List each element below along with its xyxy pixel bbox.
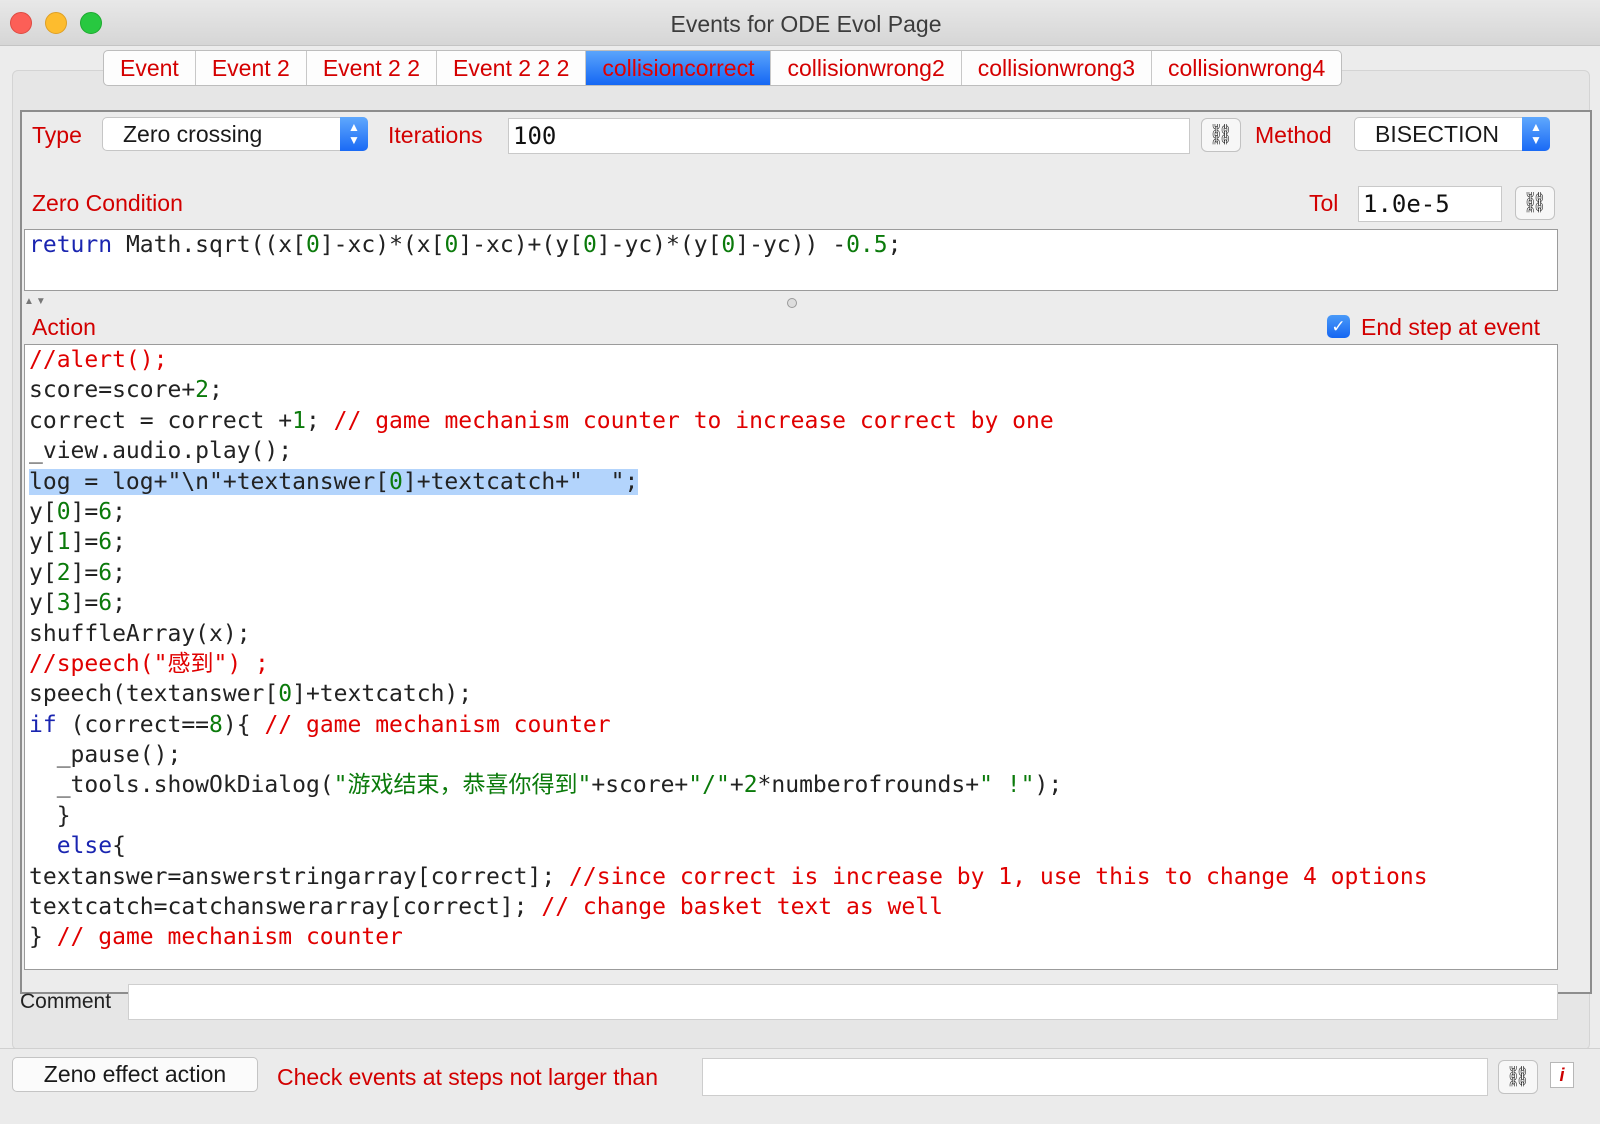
type-select[interactable]: Zero crossing ▲ ▼ — [102, 117, 368, 151]
code-line: y[3]=6; — [29, 590, 126, 617]
tab-event[interactable]: Event — [104, 51, 196, 85]
code-line: y[1]=6; — [29, 529, 126, 556]
code-line: speech(textanswer[0]+textcatch); — [29, 681, 473, 708]
zero-condition-code: return Math.sqrt((x[0]-xc)*(x[0]-xc)+(y[… — [29, 232, 902, 258]
max-step-link-button[interactable]: ⛓ — [1498, 1060, 1538, 1094]
tab-event-2[interactable]: Event 2 — [196, 51, 307, 85]
method-value: BISECTION — [1375, 121, 1499, 147]
zero-condition-label: Zero Condition — [32, 190, 183, 216]
code-line: } — [29, 802, 71, 829]
tol-input[interactable]: 1.0e-5 — [1358, 186, 1502, 222]
window-title: Events for ODE Evol Page — [670, 11, 942, 37]
code-line: correct = correct +1; // game mechanism … — [29, 407, 1054, 434]
end-step-label: End step at event — [1361, 314, 1541, 340]
end-step-checkbox[interactable]: ✓ — [1327, 315, 1350, 338]
split-pane-divider[interactable]: ▲▼ — [22, 296, 1592, 310]
code-line: else{ — [56, 833, 126, 860]
tab-event-2-2-2[interactable]: Event 2 2 2 — [437, 51, 587, 85]
zero-condition-editor[interactable]: return Math.sqrt((x[0]-xc)*(x[0]-xc)+(y[… — [24, 229, 1558, 291]
code-line: shuffleArray(x); — [29, 620, 251, 647]
code-line: _view.audio.play(); — [29, 438, 293, 465]
code-line: score=score+2; — [29, 377, 223, 404]
event-tabs: Event Event 2 Event 2 2 Event 2 2 2 coll… — [103, 50, 1343, 86]
type-label: Type — [32, 122, 82, 148]
checkmark-icon: ✓ — [1331, 317, 1346, 336]
iterations-label: Iterations — [388, 122, 483, 148]
code-line: _tools.showOkDialog("游戏结束，恭喜你得到"+score+"… — [29, 772, 1063, 799]
comment-label: Comment — [20, 990, 112, 1013]
code-line: textanswer=answerstringarray[correct]; /… — [29, 863, 1428, 890]
action-label: Action — [32, 314, 96, 340]
tab-collisionwrong3[interactable]: collisionwrong3 — [962, 51, 1152, 85]
code-line: if (correct==8){ // game mechanism count… — [29, 711, 611, 738]
code-line: _pause(); — [29, 742, 182, 769]
chevron-updown-icon: ▲ ▼ — [1522, 117, 1550, 151]
collapse-arrows-icon[interactable]: ▲▼ — [24, 296, 48, 307]
code-line: } // game mechanism counter — [29, 924, 403, 951]
tol-link-button[interactable]: ⛓ — [1515, 186, 1555, 220]
code-line-selected: log = log+"\n"+textanswer[0]+textcatch+"… — [29, 468, 639, 495]
code-line: textcatch=catchanswerarray[correct]; // … — [29, 894, 943, 921]
zeno-effect-action-button[interactable]: Zeno effect action — [12, 1057, 258, 1092]
tab-collisionwrong2[interactable]: collisionwrong2 — [771, 51, 962, 85]
code-line: y[0]=6; — [29, 498, 126, 525]
tab-collisionwrong4[interactable]: collisionwrong4 — [1152, 51, 1341, 85]
split-handle[interactable] — [787, 298, 797, 308]
method-select[interactable]: BISECTION ▲ ▼ — [1354, 117, 1550, 151]
code-line: y[2]=6; — [29, 559, 126, 586]
max-step-input[interactable] — [702, 1058, 1488, 1096]
chevron-updown-icon: ▲ ▼ — [340, 117, 368, 151]
link-icon: ⛓ — [1522, 192, 1548, 214]
code-line: //speech("感到") ; — [29, 650, 269, 677]
method-label: Method — [1255, 122, 1332, 148]
action-code-editor[interactable]: //alert(); score=score+2; correct = corr… — [24, 344, 1558, 970]
title-bar: Events for ODE Evol Page — [0, 0, 1600, 46]
tab-event-2-2[interactable]: Event 2 2 — [307, 51, 438, 85]
tol-label: Tol — [1309, 190, 1339, 216]
check-events-label: Check events at steps not larger than — [277, 1064, 658, 1090]
code-line: //alert(); — [29, 347, 168, 373]
tab-collisioncorrect[interactable]: collisioncorrect — [586, 51, 772, 85]
type-value: Zero crossing — [123, 121, 263, 147]
iterations-input[interactable]: 100 — [508, 118, 1190, 154]
link-icon: ⛓ — [1208, 124, 1234, 146]
info-icon[interactable]: i — [1550, 1062, 1574, 1088]
iterations-link-button[interactable]: ⛓ — [1201, 118, 1241, 152]
link-icon: ⛓ — [1505, 1066, 1531, 1088]
comment-input[interactable] — [128, 984, 1558, 1020]
